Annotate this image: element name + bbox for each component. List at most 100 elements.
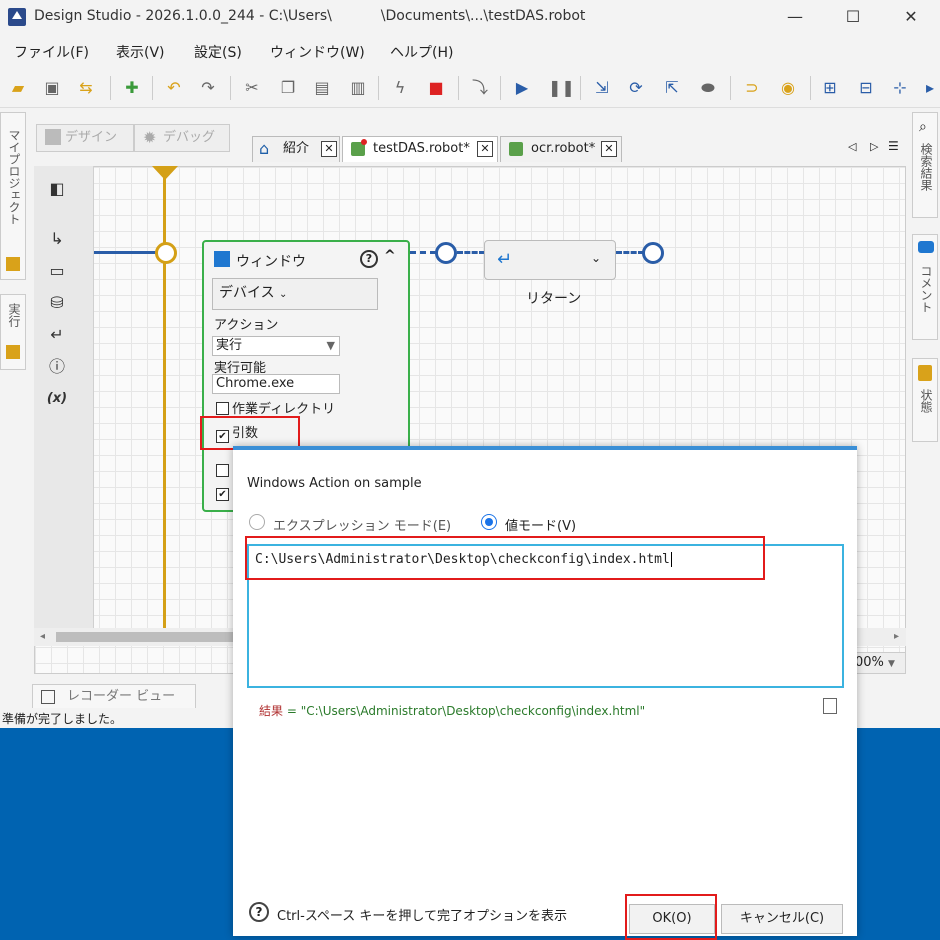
design-mode-button[interactable]: デザイン (36, 124, 134, 152)
screen-icon[interactable]: ▭ (46, 260, 68, 282)
robot-file-icon (509, 142, 523, 156)
flow-node[interactable] (155, 242, 177, 264)
toolbar: ▰ ▣ ⇆ ✚ ↶ ↷ ✂ ❐ ▤ ▥ ϟ ■ ⤵ ▶ ❚❚ ⇲ ⟳ ⇱ ⬬ ⊃… (0, 68, 940, 108)
window-title: Design Studio - 2026.1.0.0_244 - C:\User… (34, 8, 586, 24)
tab-state[interactable]: 状態 (912, 358, 938, 442)
action-label: アクション (214, 318, 279, 333)
play-icon[interactable]: ▶ (512, 78, 532, 98)
tab-ocr-label: ocr.robot* (531, 141, 596, 156)
panel-toggle-icon[interactable]: ◧ (46, 178, 68, 200)
recorder-icon (41, 690, 55, 704)
target-icon[interactable]: ◉ (778, 78, 798, 98)
menu-window[interactable]: ウィンドウ(W) (270, 42, 365, 62)
scroll-right-icon[interactable]: ▸ (894, 631, 899, 642)
executable-input[interactable]: Chrome.exe (212, 374, 340, 394)
cancel-button[interactable]: キャンセル(C) (721, 904, 843, 934)
tab-intro-close[interactable]: ✕ (321, 141, 337, 157)
flow-connector (410, 251, 436, 254)
help-icon[interactable]: ? (360, 250, 378, 268)
app-logo-icon (8, 8, 26, 26)
swap-icon[interactable]: ⇆ (76, 78, 96, 98)
action-select[interactable]: 実行 ▼ (212, 336, 340, 356)
redo-icon[interactable]: ↷ (198, 78, 218, 98)
database-icon[interactable]: ⛁ (46, 292, 68, 314)
undo-icon[interactable]: ↶ (164, 78, 184, 98)
tab-my-project[interactable]: マイプロジェクト (0, 112, 26, 280)
tab-ocr[interactable]: ocr.robot* ✕ (500, 136, 622, 162)
record-icon[interactable]: ⬬ (698, 78, 718, 98)
cut-icon[interactable]: ✂ (242, 78, 262, 98)
delete-icon[interactable]: ▥ (348, 78, 368, 98)
tab-intro-label: 紹介 (283, 141, 310, 156)
step-out-icon[interactable]: ⇱ (662, 78, 682, 98)
tab-testdas-close[interactable]: ✕ (477, 141, 493, 157)
recorder-view-tab[interactable]: レコーダー ビュー (32, 684, 196, 710)
paste-icon[interactable]: ▤ (312, 78, 332, 98)
fit-icon[interactable]: ⊹ (890, 78, 910, 98)
workdir-label: 作業ディレクトリ (232, 402, 336, 417)
return-step-card[interactable]: ↵ ⌄ (484, 240, 616, 280)
tab-list-icon[interactable]: ☰ (888, 139, 899, 153)
robot-icon[interactable]: ✚ (122, 78, 142, 98)
step-into-icon[interactable]: ⤵ (470, 78, 490, 98)
chevron-down-icon[interactable]: ⌄ (591, 251, 601, 265)
error-dot-icon (361, 139, 367, 145)
branch-icon[interactable]: ↳ (46, 228, 68, 250)
zoom-in-icon[interactable]: ⊞ (820, 78, 840, 98)
result-line: 結果 = "C:\Users\Administrator\Desktop\che… (259, 702, 645, 719)
option-checkbox-checked[interactable]: ✔ (216, 484, 232, 501)
minimize-button[interactable]: — (772, 4, 818, 30)
close-button[interactable]: ✕ (888, 4, 934, 30)
tab-scroll-left-icon[interactable]: ◁ (848, 140, 856, 153)
flash-icon[interactable]: ϟ (390, 78, 410, 98)
tab-search-results[interactable]: ⌕ 検索結果 (912, 112, 938, 218)
collapse-icon[interactable]: ^ (384, 248, 396, 264)
menu-file[interactable]: ファイル(F) (14, 42, 89, 62)
step-icon[interactable]: ⇲ (592, 78, 612, 98)
bug-icon: ✹ (143, 128, 157, 147)
chevron-down-icon: ⌄ (279, 289, 288, 300)
loop-icon[interactable]: ⟳ (626, 78, 646, 98)
tab-comment[interactable]: コメント (912, 234, 938, 340)
right-side-tabs: ⌕ 検索結果 コメント 状態 (912, 112, 940, 442)
open-folder-icon[interactable]: ▰ (8, 78, 28, 98)
maximize-button[interactable]: ☐ (830, 4, 876, 30)
menu-settings[interactable]: 設定(S) (194, 42, 242, 62)
return-icon[interactable]: ↵ (46, 324, 68, 346)
design-mode-label: デザイン (65, 130, 118, 145)
tab-intro[interactable]: ⌂ 紹介 ✕ (252, 136, 340, 162)
variable-icon[interactable]: (x) (46, 388, 68, 410)
title-bar: Design Studio - 2026.1.0.0_244 - C:\User… (0, 0, 940, 34)
scroll-thumb[interactable] (56, 632, 236, 642)
option-checkbox[interactable] (216, 464, 232, 479)
stop-icon[interactable]: ■ (426, 78, 446, 98)
save-icon[interactable]: ▣ (42, 78, 62, 98)
device-selector[interactable]: デバイス ⌄ (212, 278, 378, 310)
menu-view[interactable]: 表示(V) (116, 42, 165, 62)
pause-icon[interactable]: ❚❚ (548, 78, 575, 98)
radio-icon (249, 514, 265, 530)
tab-testdas-label: testDAS.robot* (373, 141, 470, 156)
result-value: = "C:\Users\Administrator\Desktop\checkc… (286, 704, 646, 718)
zoom-select[interactable]: 00% ▼ (852, 652, 906, 674)
flow-node[interactable] (435, 242, 457, 264)
tag-icon[interactable]: ⊃ (742, 78, 762, 98)
flow-node[interactable] (642, 242, 664, 264)
debug-mode-button[interactable]: ✹ デバッグ (134, 124, 230, 152)
tab-scroll-right-icon[interactable]: ▷ (870, 140, 878, 153)
tab-testdas[interactable]: testDAS.robot* ✕ (342, 136, 498, 162)
comment-icon (918, 241, 934, 253)
checkbox-icon (216, 402, 229, 415)
dialog-title: Windows Action on sample (247, 476, 422, 491)
copy-icon[interactable]: ❐ (278, 78, 298, 98)
copy-icon[interactable] (823, 698, 837, 714)
more-icon[interactable]: ▸ (920, 78, 940, 98)
tab-ocr-close[interactable]: ✕ (601, 141, 617, 157)
alert-icon[interactable]: ⓘ (46, 356, 68, 378)
scroll-left-icon[interactable]: ◂ (40, 631, 45, 642)
menu-help[interactable]: ヘルプ(H) (390, 42, 453, 62)
dropdown-arrow-icon: ▼ (888, 659, 895, 669)
tab-run[interactable]: 実行 (0, 294, 26, 370)
workdir-checkbox[interactable]: 作業ディレクトリ (216, 398, 335, 417)
zoom-out-icon[interactable]: ⊟ (856, 78, 876, 98)
